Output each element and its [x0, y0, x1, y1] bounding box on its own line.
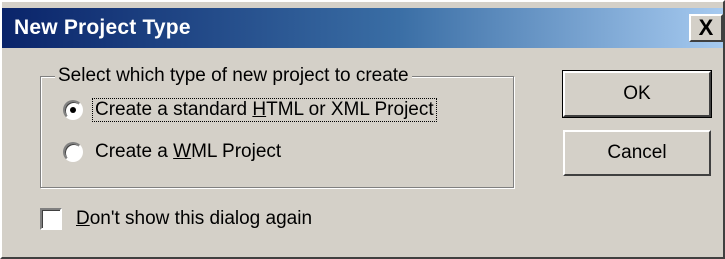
close-icon: X	[698, 15, 714, 40]
radio-unselected-icon[interactable]	[63, 142, 83, 162]
dont-show-again-label[interactable]: Don't show this dialog again	[76, 208, 312, 230]
group-legend: Select which type of new project to crea…	[55, 65, 412, 87]
cancel-button[interactable]: Cancel	[563, 130, 711, 176]
radio-html-xml-label[interactable]: Create a standard HTML or XML Project	[92, 98, 437, 122]
close-button[interactable]: X	[689, 14, 723, 42]
window-title: New Project Type	[14, 16, 191, 39]
title-bar[interactable]: New Project Type X	[2, 8, 723, 48]
radio-html-xml-project[interactable]: Create a standard HTML or XML Project	[63, 98, 437, 122]
checkbox-unchecked-icon[interactable]	[40, 208, 62, 230]
radio-selected-icon[interactable]	[63, 100, 83, 120]
project-type-group: Select which type of new project to crea…	[40, 65, 514, 188]
new-project-type-dialog: New Project Type X Select which type of …	[0, 0, 725, 259]
radio-wml-label[interactable]: Create a WML Project	[93, 141, 283, 163]
dont-show-again-checkbox-row[interactable]: Don't show this dialog again	[40, 208, 312, 230]
ok-button[interactable]: OK	[562, 70, 712, 118]
radio-wml-project[interactable]: Create a WML Project	[63, 141, 283, 163]
